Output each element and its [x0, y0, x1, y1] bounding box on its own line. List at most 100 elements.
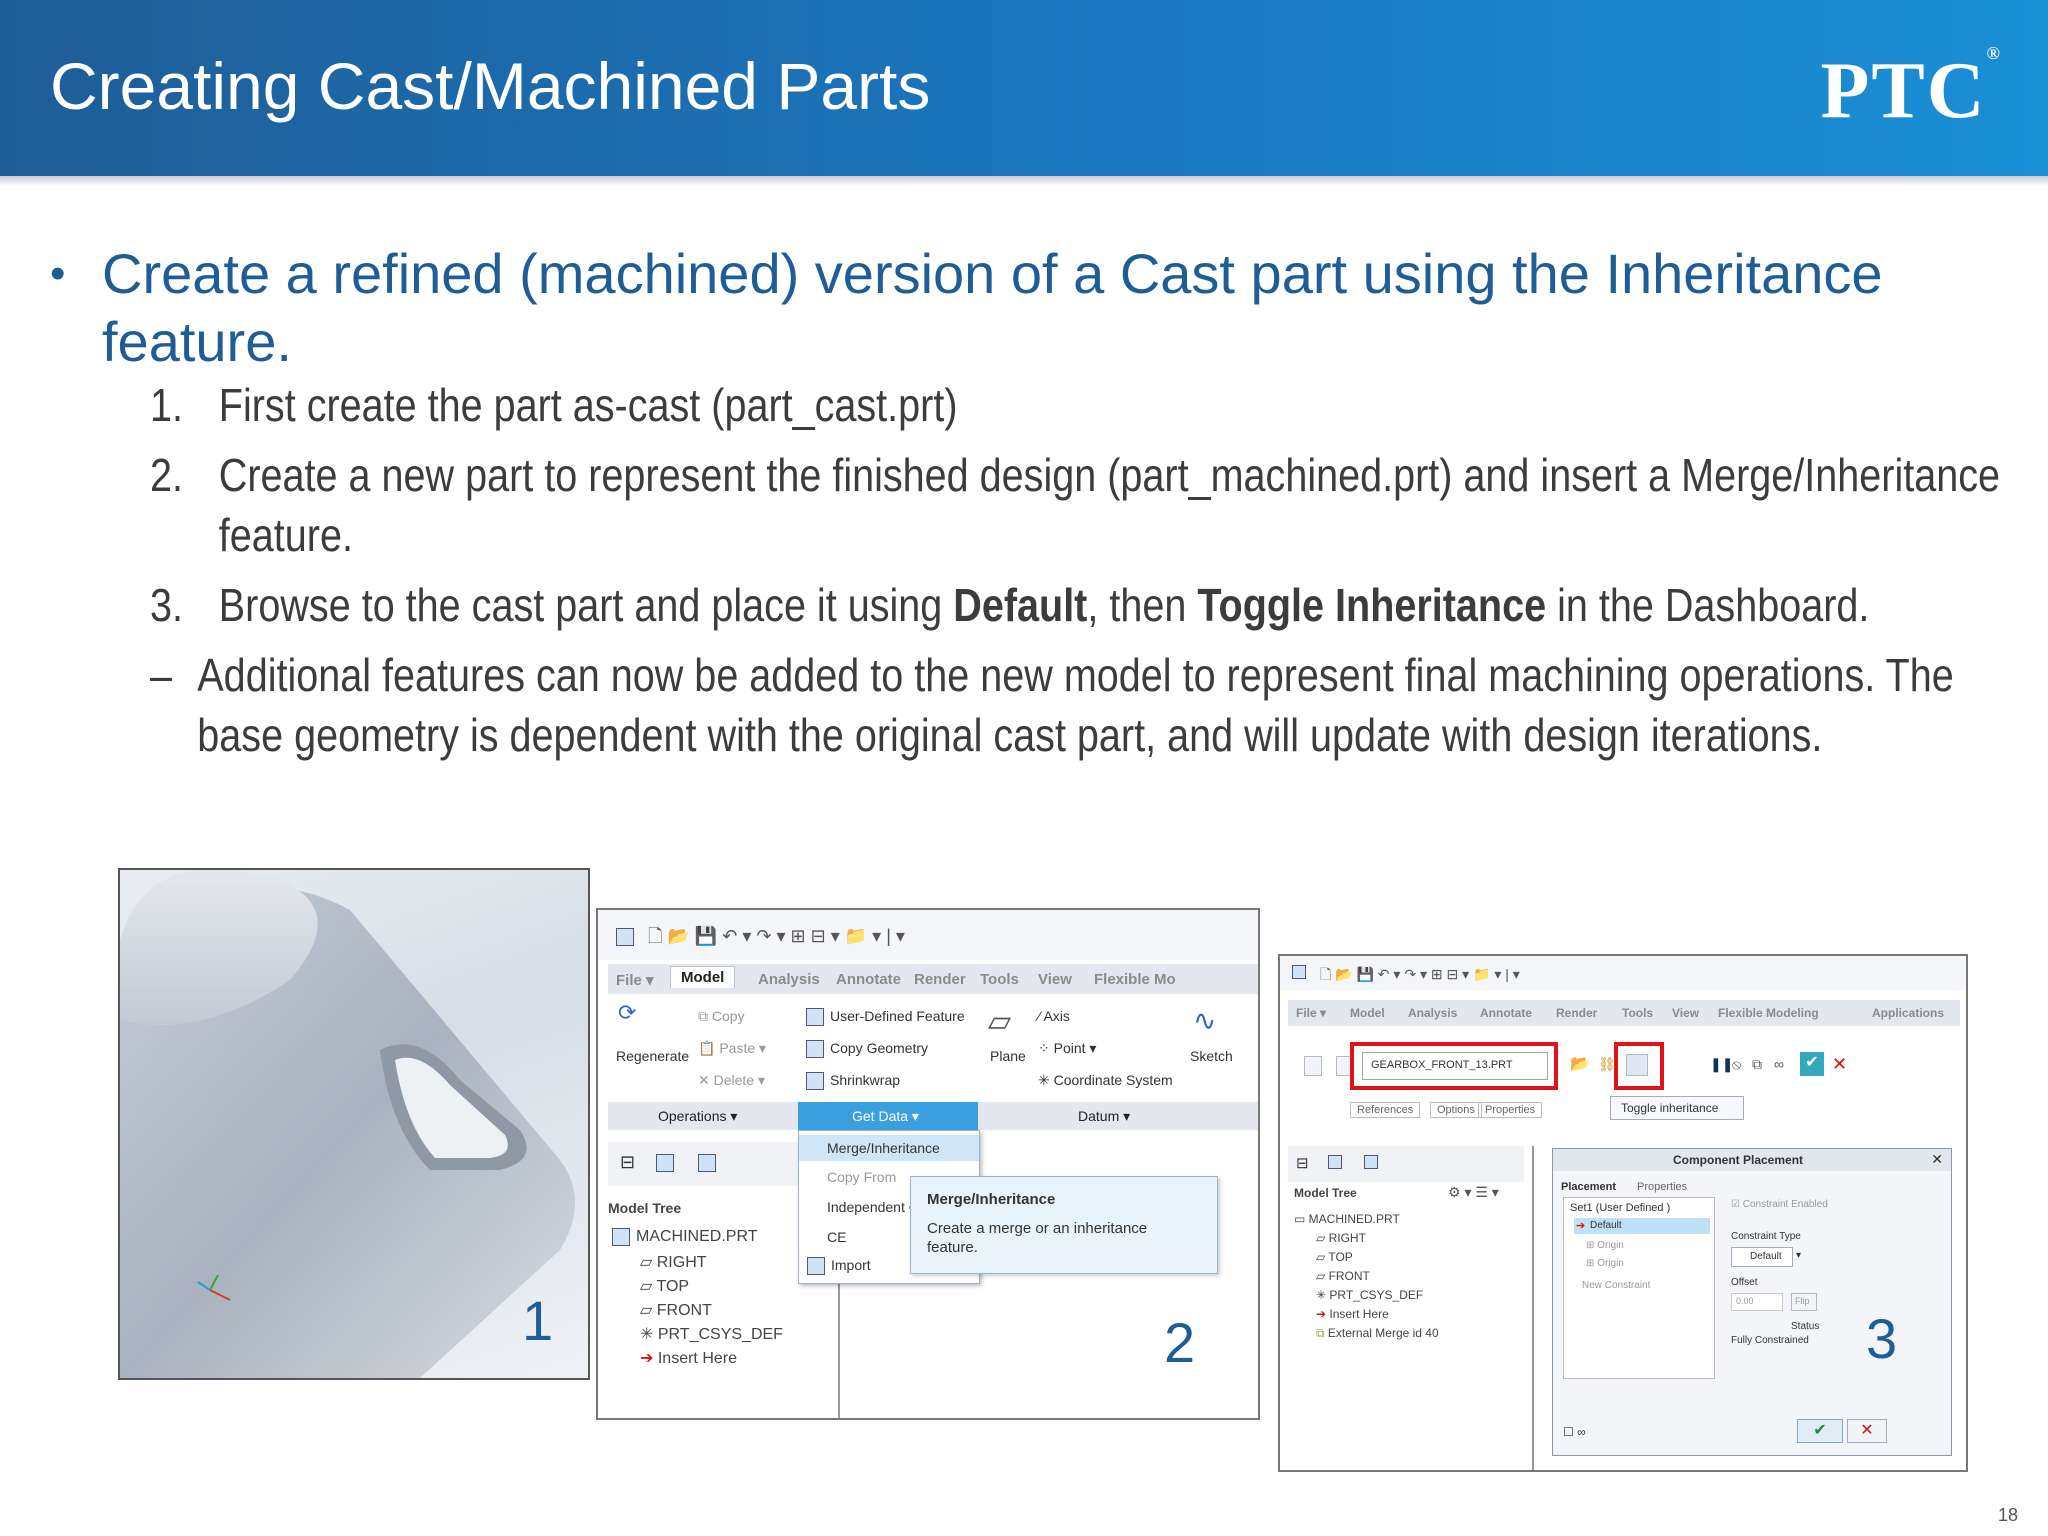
- ribbon-tabs: File ▾ Model Analysis Annotate Render To…: [1288, 1000, 1960, 1026]
- tree-item-top[interactable]: ▱ TOP: [1316, 1250, 1353, 1264]
- tree-item-csys[interactable]: ✳ PRT_CSYS_DEF: [1316, 1288, 1423, 1302]
- qa-icons[interactable]: 🗋 📂 💾 ↶ ▾ ↷ ▾ ⊞ ⊟ ▾ 📁 ▾ | ▾: [648, 924, 905, 954]
- tree-label: PRT_CSYS_DEF: [1329, 1288, 1424, 1302]
- pause-icon[interactable]: ❚❚: [1710, 1056, 1733, 1073]
- operations-group[interactable]: Operations ▾: [658, 1108, 737, 1125]
- getdata-group-selected[interactable]: Get Data ▾: [798, 1102, 978, 1130]
- dialog-tab-properties[interactable]: Properties: [1637, 1181, 1687, 1193]
- constraint-list: Set1 (User Defined ) ➔ Default ⊞ Origin …: [1563, 1197, 1715, 1379]
- tree-toolbar: ⊟: [1288, 1146, 1524, 1182]
- merge-icon: ⧉: [1316, 1326, 1325, 1340]
- tab-view[interactable]: View: [1672, 1006, 1699, 1020]
- no-preview-icon[interactable]: ⦸: [1732, 1056, 1741, 1073]
- point-button[interactable]: ⁘ Point ▾: [1038, 1040, 1096, 1057]
- tree-view-icon[interactable]: ⊟: [620, 1152, 635, 1173]
- tree-item-front[interactable]: ▱ FRONT: [640, 1300, 712, 1320]
- favorites-icon[interactable]: [698, 1154, 716, 1172]
- menu-item-merge-inheritance[interactable]: Merge/Inheritance: [799, 1135, 979, 1161]
- dash-tab-properties[interactable]: Properties: [1478, 1102, 1543, 1118]
- tab-model[interactable]: Model: [1350, 1006, 1385, 1020]
- delete-button[interactable]: ✕ Delete ▾: [698, 1072, 765, 1089]
- preview-checkbox[interactable]: ☐ ∞: [1563, 1425, 1586, 1439]
- tree-item-front[interactable]: ▱ FRONT: [1316, 1269, 1370, 1283]
- tree-item-right[interactable]: ▱ RIGHT: [640, 1252, 707, 1272]
- insert-arrow-icon: ➔: [640, 1350, 654, 1367]
- dialog-ok-button[interactable]: ✔: [1797, 1419, 1843, 1443]
- origin-label: Origin: [1597, 1258, 1624, 1269]
- tab-annotate[interactable]: Annotate: [836, 971, 901, 988]
- tree-item-external-merge[interactable]: ⧉ External Merge id 40: [1316, 1326, 1439, 1341]
- tree-item-csys[interactable]: ✳ PRT_CSYS_DEF: [640, 1324, 783, 1344]
- ok-check-icon[interactable]: ✔: [1800, 1052, 1824, 1076]
- cancel-x-icon[interactable]: ✕: [1832, 1054, 1847, 1075]
- menu-item-import[interactable]: Import: [807, 1257, 871, 1276]
- sketch-button[interactable]: Sketch: [1190, 1048, 1233, 1064]
- tab-file[interactable]: File ▾: [616, 971, 654, 989]
- tab-view[interactable]: View: [1038, 971, 1072, 988]
- tree-item-top[interactable]: ▱ TOP: [640, 1276, 689, 1296]
- set-item[interactable]: Set1 (User Defined ): [1570, 1202, 1670, 1214]
- flip-label: Flip: [1795, 1296, 1810, 1306]
- tree-view-icon[interactable]: ⊟: [1296, 1154, 1309, 1172]
- offset-input[interactable]: 0.00: [1731, 1293, 1783, 1311]
- tab-render[interactable]: Render: [1556, 1006, 1597, 1020]
- menu-item-copy-from[interactable]: Copy From: [827, 1169, 896, 1185]
- flip-button[interactable]: Flip: [1791, 1293, 1817, 1311]
- tab-analysis[interactable]: Analysis: [758, 971, 820, 988]
- sketch-icon[interactable]: ∿: [1193, 1004, 1216, 1037]
- tab-render[interactable]: Render: [914, 971, 966, 988]
- menu-item-ce[interactable]: CE: [827, 1229, 846, 1245]
- tree-item-right[interactable]: ▱ RIGHT: [1316, 1231, 1366, 1245]
- tab-file[interactable]: File ▾: [1296, 1006, 1326, 1020]
- copy-button[interactable]: ⧉ Copy: [698, 1008, 745, 1025]
- constraint-type-select[interactable]: Default ▾: [1731, 1247, 1801, 1267]
- qa-icons[interactable]: 🗋 📂 💾 ↶ ▾ ↷ ▾ ⊞ ⊟ ▾ 📁 ▾ | ▾: [1320, 964, 1520, 988]
- tree-divider[interactable]: [1532, 1146, 1534, 1470]
- copy-geometry-button[interactable]: Copy Geometry: [806, 1040, 928, 1059]
- tree-item-insert-here[interactable]: ➔ Insert Here: [640, 1348, 737, 1368]
- quick-access-toolbar: 🗋 📂 💾 ↶ ▾ ↷ ▾ ⊞ ⊟ ▾ 📁 ▾ | ▾: [1280, 956, 1966, 990]
- preview-icon[interactable]: ⧉: [1752, 1056, 1762, 1073]
- tab-tools[interactable]: Tools: [1622, 1006, 1653, 1020]
- layer-icon[interactable]: [1328, 1155, 1342, 1169]
- regenerate-icon[interactable]: ⟳: [618, 1000, 636, 1026]
- tab-analysis[interactable]: Analysis: [1408, 1006, 1457, 1020]
- plane-icon[interactable]: ▱: [988, 1004, 1011, 1039]
- tab-annotate[interactable]: Annotate: [1480, 1006, 1532, 1020]
- tree-item-part[interactable]: ▭ MACHINED.PRT: [1294, 1212, 1400, 1226]
- open-folder-icon[interactable]: 📂: [1570, 1054, 1590, 1074]
- tab-flexible-modeling[interactable]: Flexible Modeling: [1718, 1006, 1819, 1020]
- plane-button[interactable]: Plane: [990, 1048, 1026, 1064]
- layer-icon[interactable]: [656, 1154, 674, 1172]
- datum-group[interactable]: Datum ▾: [1078, 1108, 1130, 1125]
- shrinkwrap-button[interactable]: Shrinkwrap: [806, 1072, 900, 1091]
- constraint-enabled-checkbox[interactable]: ☑ Constraint Enabled: [1731, 1199, 1828, 1210]
- origin-item-2[interactable]: ⊞ Origin: [1586, 1258, 1624, 1269]
- constraint-default-item[interactable]: ➔ Default: [1574, 1218, 1710, 1234]
- dialog-tab-placement[interactable]: Placement: [1561, 1181, 1616, 1193]
- tab-flexible[interactable]: Flexible Mo: [1094, 971, 1176, 988]
- merge-tooltip: Merge/Inheritance Create a merge or an i…: [910, 1176, 1218, 1274]
- tree-item-insert-here[interactable]: ➔ Insert Here: [1316, 1307, 1389, 1321]
- new-constraint-item[interactable]: New Constraint: [1582, 1280, 1650, 1291]
- origin-item-1[interactable]: ⊞ Origin: [1586, 1240, 1624, 1251]
- coordinate-system-button[interactable]: ✳ Coordinate System: [1038, 1072, 1173, 1089]
- dialog-close-icon[interactable]: ✕: [1931, 1151, 1943, 1168]
- tab-applications[interactable]: Applications: [1872, 1006, 1944, 1020]
- tree-settings-icon[interactable]: ⚙ ▾ ☰ ▾: [1448, 1184, 1499, 1201]
- glasses-icon[interactable]: ∞: [1774, 1056, 1784, 1072]
- dashboard-icon-a[interactable]: [1304, 1056, 1322, 1076]
- favorites-icon[interactable]: [1364, 1155, 1378, 1169]
- tab-tools[interactable]: Tools: [980, 971, 1019, 988]
- dialog-cancel-button[interactable]: ✕: [1847, 1419, 1887, 1443]
- axis-button[interactable]: ⁄ Axis: [1038, 1008, 1070, 1024]
- udf-button[interactable]: User-Defined Feature: [806, 1008, 965, 1027]
- tree-item-part[interactable]: MACHINED.PRT: [612, 1228, 758, 1246]
- dash-tab-references[interactable]: References: [1350, 1102, 1421, 1118]
- tooltip-text: Toggle inheritance: [1621, 1101, 1719, 1115]
- regenerate-button[interactable]: Regenerate: [616, 1048, 689, 1064]
- dialog-titlebar: Component Placement ✕: [1553, 1149, 1951, 1171]
- tab-model[interactable]: Model: [670, 966, 736, 988]
- dash-tab-options[interactable]: Options: [1430, 1102, 1482, 1118]
- paste-button[interactable]: 📋 Paste ▾: [698, 1040, 766, 1057]
